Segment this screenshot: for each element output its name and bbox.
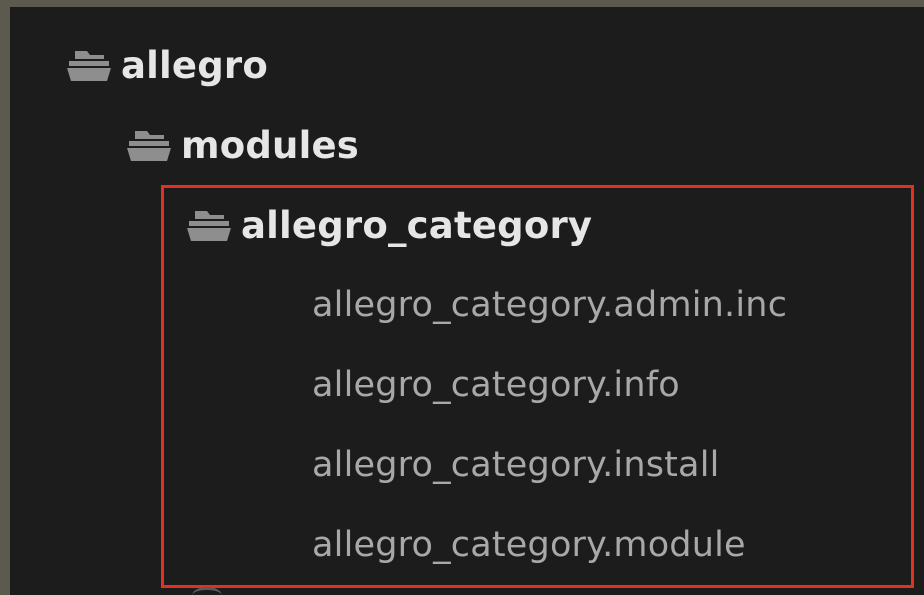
tree-item-label: allegro_category.module — [312, 525, 746, 565]
tree-item-allegro[interactable]: allegro — [65, 40, 268, 90]
tree-item-modules[interactable]: modules — [125, 120, 359, 170]
tree-item-label: allegro_category.info — [312, 365, 680, 405]
folder-open-icon — [65, 49, 113, 83]
partial-row-hint — [192, 587, 222, 595]
file-tree: allegro modules allegro_category allegro… — [10, 7, 924, 595]
tree-item-file-admin-inc[interactable]: allegro_category.admin.inc — [312, 280, 787, 330]
file-tree-panel: allegro modules allegro_category allegro… — [0, 0, 924, 595]
tree-item-file-install[interactable]: allegro_category.install — [312, 440, 720, 490]
tree-item-label: allegro_category.admin.inc — [312, 285, 788, 325]
tree-item-label: modules — [181, 123, 359, 167]
folder-open-icon — [125, 129, 173, 163]
tree-item-label: allegro_category — [241, 203, 593, 247]
tree-item-label: allegro — [121, 43, 268, 87]
tree-item-label: allegro_category.install — [312, 445, 720, 485]
tree-item-allegro-category[interactable]: allegro_category — [185, 200, 592, 250]
tree-item-file-module[interactable]: allegro_category.module — [312, 520, 746, 570]
folder-open-icon — [185, 209, 233, 243]
tree-item-file-info[interactable]: allegro_category.info — [312, 360, 680, 410]
